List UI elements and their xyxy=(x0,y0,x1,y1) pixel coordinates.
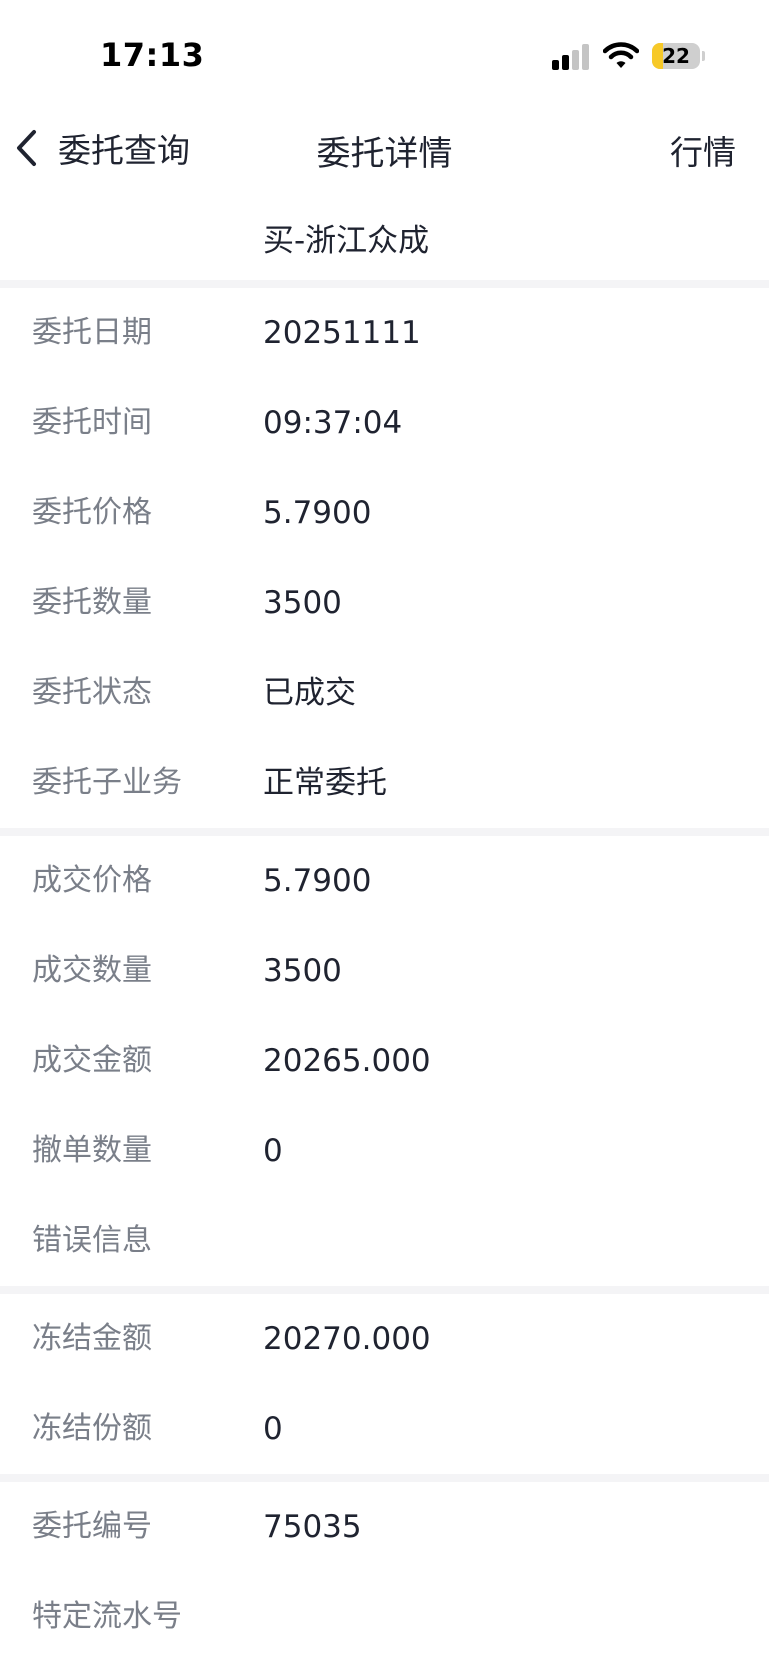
section-divider xyxy=(0,280,769,288)
detail-value: 5.7900 xyxy=(263,495,372,531)
detail-value: 正常委托 xyxy=(263,765,387,801)
detail-label: 委托状态 xyxy=(32,675,152,710)
detail-value: 0 xyxy=(263,1411,283,1447)
page-title: 委托详情 xyxy=(316,134,453,174)
detail-label: 委托日期 xyxy=(32,315,152,350)
order-header: 买-浙江众成 xyxy=(0,185,769,280)
detail-row-deal-price: 成交价格 5.7900 xyxy=(0,836,769,926)
detail-value: 20265.000 xyxy=(263,1043,431,1079)
detail-value: 5.7900 xyxy=(263,863,372,899)
detail-row-order-number: 委托编号 75035 xyxy=(0,1482,769,1572)
detail-row-order-date: 委托日期 20251111 xyxy=(0,288,769,378)
detail-label: 成交金额 xyxy=(32,1043,152,1078)
detail-row-frozen-amount: 冻结金额 20270.000 xyxy=(0,1294,769,1384)
wifi-icon xyxy=(602,40,640,70)
order-stock-title: 买-浙江众成 xyxy=(263,223,430,259)
status-bar: 17:13 22 xyxy=(0,0,769,110)
detail-value: 09:37:04 xyxy=(263,405,403,441)
detail-value: 20251111 xyxy=(263,315,421,351)
navigation-bar: 委托查询 委托详情 行情 xyxy=(0,110,769,185)
detail-value: 0 xyxy=(263,1133,283,1169)
market-quote-button[interactable]: 行情 xyxy=(670,126,736,174)
detail-value: 75035 xyxy=(263,1509,362,1545)
detail-label: 成交价格 xyxy=(32,863,152,898)
detail-label: 错误信息 xyxy=(32,1223,152,1258)
detail-row-cancel-quantity: 撤单数量 0 xyxy=(0,1106,769,1196)
detail-row-error-info: 错误信息 xyxy=(0,1196,769,1286)
detail-row-order-status: 委托状态 已成交 xyxy=(0,648,769,738)
detail-row-frozen-shares: 冻结份额 0 xyxy=(0,1384,769,1474)
battery-icon: 22 xyxy=(652,43,700,69)
detail-row-order-subtype: 委托子业务 正常委托 xyxy=(0,738,769,828)
detail-row-deal-quantity: 成交数量 3500 xyxy=(0,926,769,1016)
detail-value: 已成交 xyxy=(263,675,356,711)
detail-value: 3500 xyxy=(263,953,342,989)
section-divider xyxy=(0,1286,769,1294)
detail-label: 冻结份额 xyxy=(32,1411,152,1446)
detail-row-deal-amount: 成交金额 20265.000 xyxy=(0,1016,769,1106)
detail-label: 委托价格 xyxy=(32,495,152,530)
detail-row-order-price: 委托价格 5.7900 xyxy=(0,468,769,558)
detail-label: 委托数量 xyxy=(32,585,152,620)
detail-label: 冻结金额 xyxy=(32,1321,152,1356)
detail-label: 成交数量 xyxy=(32,953,152,988)
detail-label: 委托编号 xyxy=(32,1509,152,1544)
detail-label: 委托时间 xyxy=(32,405,152,440)
section-divider xyxy=(0,1474,769,1482)
detail-row-order-quantity: 委托数量 3500 xyxy=(0,558,769,648)
detail-row-order-time: 委托时间 09:37:04 xyxy=(0,378,769,468)
detail-label: 委托子业务 xyxy=(32,765,182,800)
battery-level: 22 xyxy=(662,44,690,68)
detail-row-serial-number: 特定流水号 xyxy=(0,1572,769,1662)
detail-label: 特定流水号 xyxy=(32,1599,182,1634)
detail-value: 20270.000 xyxy=(263,1321,431,1357)
detail-value: 3500 xyxy=(263,585,342,621)
cellular-signal-icon xyxy=(552,42,592,70)
battery-cap xyxy=(702,51,705,61)
detail-label: 撤单数量 xyxy=(32,1133,152,1168)
section-divider xyxy=(0,828,769,836)
status-time: 17:13 xyxy=(100,36,205,74)
